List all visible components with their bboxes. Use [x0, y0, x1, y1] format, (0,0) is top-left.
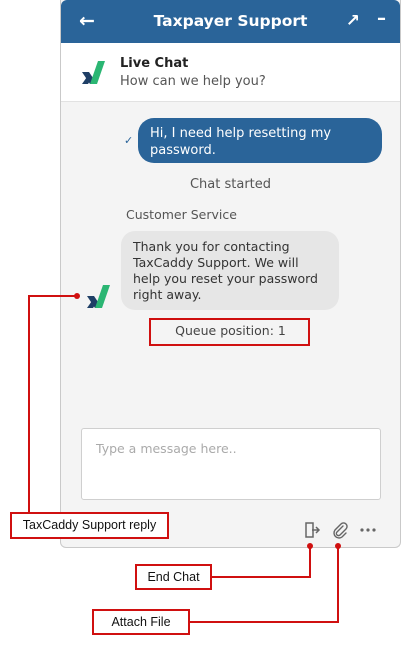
taxcaddy-logo-icon	[82, 61, 105, 84]
delivered-check-icon: ✓	[124, 134, 134, 147]
user-message-bubble: Hi, I need help resetting my password.	[138, 118, 382, 163]
attach-callout-label: Attach File	[92, 609, 190, 635]
attach-callout-line-v	[337, 546, 339, 623]
chat-started-notice: Chat started	[189, 177, 272, 192]
live-chat-subtitle: How can we help you?	[120, 74, 266, 89]
reply-callout-line-h	[28, 295, 77, 297]
reply-callout-line-v	[28, 295, 30, 513]
live-chat-title: Live Chat	[120, 56, 189, 71]
popout-icon[interactable]: ↗	[346, 9, 360, 33]
chat-titlebar: ← Taxpayer Support ↗ –	[61, 0, 400, 43]
live-chat-header: Live Chat How can we help you?	[61, 43, 400, 102]
agent-message-bubble: Thank you for contacting TaxCaddy Suppor…	[121, 231, 339, 310]
end-chat-callout-label: End Chat	[135, 564, 212, 590]
message-input[interactable]	[81, 428, 381, 500]
end-chat-callout-line-h	[211, 576, 311, 578]
end-chat-callout-line-v	[309, 546, 311, 577]
minimize-icon[interactable]: –	[377, 7, 386, 31]
chat-widget: ← Taxpayer Support ↗ – Live Chat How can…	[60, 0, 401, 548]
sender-label: Customer Service	[126, 207, 237, 222]
attach-callout-line-h	[189, 621, 339, 623]
reply-callout-label: TaxCaddy Support reply	[10, 512, 169, 539]
paperclip-icon[interactable]	[331, 521, 349, 539]
queue-highlight-box	[149, 318, 310, 346]
end-chat-icon[interactable]	[303, 521, 321, 539]
agent-avatar-icon	[87, 285, 110, 308]
more-icon[interactable]	[359, 521, 377, 539]
